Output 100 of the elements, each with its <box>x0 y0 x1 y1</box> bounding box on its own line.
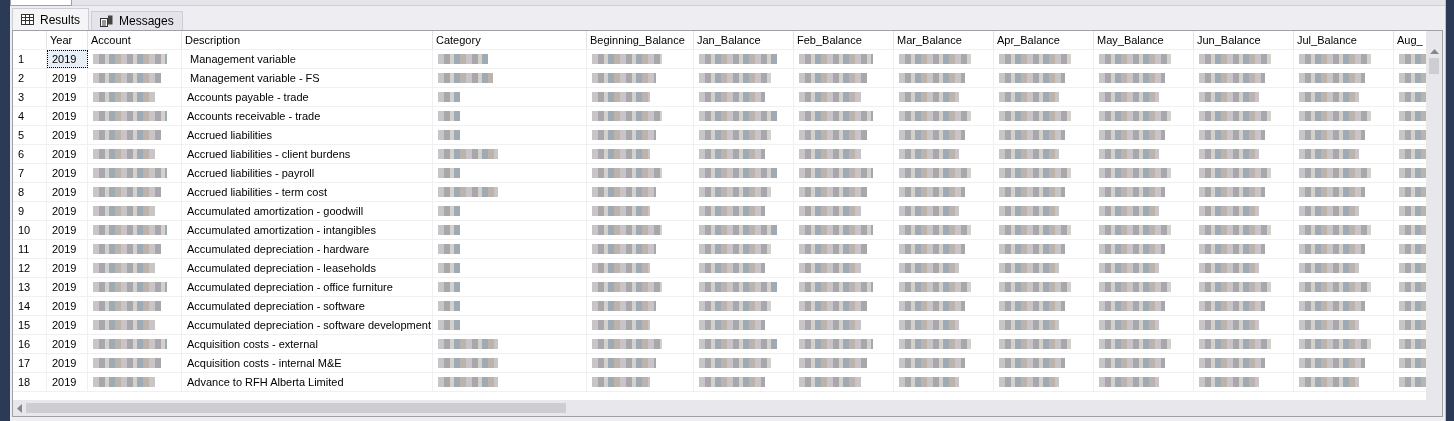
blurred-value <box>999 225 1071 235</box>
column-header[interactable]: Feb_Balance <box>794 31 894 49</box>
row-number: 17 <box>13 354 47 372</box>
table-cell[interactable]: Accumulated depreciation - leaseholds <box>182 259 433 277</box>
scrollbar-thumb[interactable] <box>26 403 566 413</box>
blurred-value <box>999 73 1065 83</box>
blurred-value <box>899 206 959 216</box>
blurred-value <box>1399 320 1426 330</box>
table-cell[interactable]: 2019 <box>47 164 88 182</box>
table-cell[interactable]: 2019 <box>47 69 88 87</box>
blurred-value <box>1399 187 1426 197</box>
row-number: 15 <box>13 316 47 334</box>
table-cell[interactable]: 2019 <box>47 240 88 258</box>
blurred-value <box>899 168 971 178</box>
table-cell[interactable]: Accrued liabilities - client burdens <box>182 145 433 163</box>
blurred-value <box>592 168 662 178</box>
blurred-value <box>699 301 771 311</box>
blurred-value <box>1399 54 1426 64</box>
column-header[interactable]: May_Balance <box>1094 31 1194 49</box>
scroll-up-arrow-icon[interactable] <box>1429 49 1439 54</box>
row-number: 16 <box>13 335 47 353</box>
table-cell[interactable]: Accounts payable - trade <box>182 88 433 106</box>
table-cell[interactable]: Accrued liabilities <box>182 126 433 144</box>
blurred-value <box>1199 149 1259 159</box>
table-cell[interactable]: Accumulated depreciation - software development <box>182 316 433 334</box>
blurred-value <box>999 263 1059 273</box>
table-cell[interactable]: 2019 <box>47 259 88 277</box>
table-cell[interactable]: Accumulated amortization - goodwill <box>182 202 433 220</box>
row-number: 5 <box>13 126 47 144</box>
blurred-value <box>899 320 959 330</box>
zoom-dropdown[interactable] <box>10 0 72 6</box>
table-cell[interactable]: 2019 <box>47 221 88 239</box>
table-cell[interactable]: 2019 <box>47 88 88 106</box>
table-cell[interactable]: Acquisition costs - internal M&E <box>182 354 433 372</box>
blurred-value <box>1199 73 1265 83</box>
table-cell[interactable]: Accrued liabilities - term cost <box>182 183 433 201</box>
table-cell[interactable]: Accumulated depreciation - software <box>182 297 433 315</box>
table-cell[interactable]: Accumulated amortization - intangibles <box>182 221 433 239</box>
table-cell[interactable]: 2019 <box>47 183 88 201</box>
scrollbar-thumb[interactable] <box>1429 58 1439 74</box>
blurred-value <box>93 149 155 159</box>
table-cell[interactable]: Accumulated depreciation - hardware <box>182 240 433 258</box>
table-cell[interactable]: 2019 <box>47 278 88 296</box>
blurred-value <box>592 149 650 159</box>
table-cell[interactable]: 2019 <box>47 202 88 220</box>
blurred-value <box>93 206 155 216</box>
row-number: 2 <box>13 69 47 87</box>
column-header[interactable]: Description <box>182 31 433 49</box>
blurred-value <box>592 73 656 83</box>
blurred-value <box>899 377 959 387</box>
blurred-value <box>699 263 765 273</box>
column-header[interactable]: Beginning_Balance <box>587 31 694 49</box>
column-header[interactable]: Category <box>433 31 587 49</box>
table-cell[interactable]: 2019 <box>47 50 88 68</box>
blurred-value <box>438 320 460 330</box>
blurred-value <box>899 282 971 292</box>
blurred-value <box>899 339 971 349</box>
blurred-value <box>93 92 155 102</box>
table-cell[interactable]: Management variable <box>182 50 433 68</box>
blurred-value <box>1199 54 1271 64</box>
table-cell[interactable]: Management variable - FS <box>182 69 433 87</box>
column-header[interactable]: Jun_Balance <box>1194 31 1294 49</box>
column-header[interactable]: Apr_Balance <box>994 31 1094 49</box>
blurred-value <box>93 377 155 387</box>
row-number: 18 <box>13 373 47 391</box>
table-cell[interactable]: Advance to RFH Alberta Limited <box>182 373 433 391</box>
blurred-value <box>899 111 971 121</box>
blurred-value <box>438 339 498 349</box>
table-cell[interactable]: Accounts receivable - trade <box>182 107 433 125</box>
table-cell[interactable]: 2019 <box>47 335 88 353</box>
blurred-value <box>899 92 959 102</box>
blurred-value <box>699 377 765 387</box>
column-header[interactable]: Mar_Balance <box>894 31 994 49</box>
results-tab[interactable]: Messages <box>91 11 183 30</box>
table-cell[interactable]: Accrued liabilities - payroll <box>182 164 433 182</box>
blurred-value <box>438 168 460 178</box>
blurred-value <box>999 111 1071 121</box>
blurred-value <box>799 377 861 387</box>
table-cell[interactable]: 2019 <box>47 373 88 391</box>
table-cell[interactable]: 2019 <box>47 354 88 372</box>
column-header[interactable]: Jan_Balance <box>694 31 794 49</box>
table-cell[interactable]: 2019 <box>47 297 88 315</box>
results-tab[interactable]: Results <box>12 8 89 30</box>
blurred-value <box>93 187 161 197</box>
table-cell[interactable]: Acquisition costs - external <box>182 335 433 353</box>
column-header[interactable]: Jul_Balance <box>1294 31 1394 49</box>
table-cell[interactable]: 2019 <box>47 126 88 144</box>
table-cell[interactable]: 2019 <box>47 316 88 334</box>
blurred-value <box>799 149 861 159</box>
table-cell[interactable]: Accumulated depreciation - office furniture <box>182 278 433 296</box>
blurred-value <box>93 73 161 83</box>
table-cell[interactable]: 2019 <box>47 107 88 125</box>
scroll-left-arrow-icon[interactable] <box>17 403 22 413</box>
blurred-value <box>799 130 867 140</box>
column-header[interactable]: Account <box>88 31 182 49</box>
blurred-value <box>699 358 771 368</box>
column-header[interactable]: Year <box>47 31 88 49</box>
table-cell[interactable]: 2019 <box>47 145 88 163</box>
blurred-value <box>1099 263 1159 273</box>
blurred-value <box>1299 73 1365 83</box>
